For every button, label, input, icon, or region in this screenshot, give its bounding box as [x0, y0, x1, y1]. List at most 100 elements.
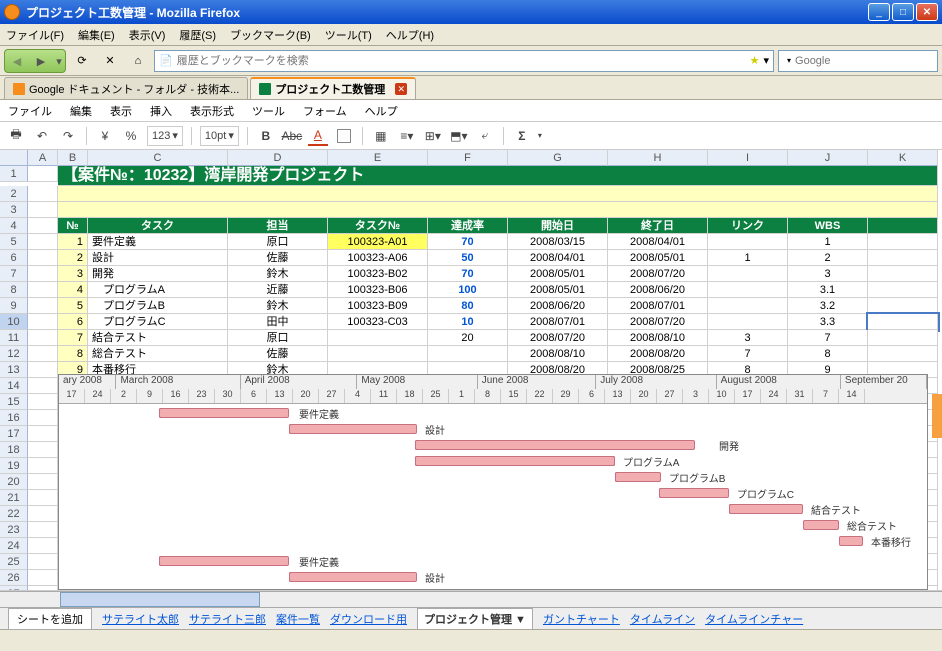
cell-wbs[interactable]: 8: [788, 346, 868, 362]
search-dropdown-icon[interactable]: ▾: [787, 56, 791, 65]
ss-menu-tools[interactable]: ツール: [252, 103, 285, 119]
row-header[interactable]: 6: [0, 250, 28, 266]
bookmark-star-icon[interactable]: ★: [750, 54, 760, 67]
cell[interactable]: [28, 570, 58, 586]
cell[interactable]: [28, 506, 58, 522]
gantt-bar[interactable]: [159, 408, 289, 418]
cell-link[interactable]: [708, 234, 788, 250]
wrap-button[interactable]: ⤶: [475, 126, 495, 146]
row-header[interactable]: 11: [0, 330, 28, 346]
row-header[interactable]: 23: [0, 522, 28, 538]
cell-start[interactable]: 2008/05/01: [508, 282, 608, 298]
gantt-bar[interactable]: [159, 556, 289, 566]
sheet-tab[interactable]: ダウンロード用: [330, 611, 407, 627]
ff-menu-bookmarks[interactable]: ブックマーク(B): [230, 27, 311, 43]
cell-no[interactable]: 6: [58, 314, 88, 330]
cell[interactable]: [28, 410, 58, 426]
ff-menu-help[interactable]: ヘルプ(H): [386, 27, 434, 43]
gantt-bar[interactable]: [289, 424, 417, 434]
cell[interactable]: [28, 442, 58, 458]
ss-menu-help[interactable]: ヘルプ: [365, 103, 398, 119]
row-header[interactable]: 27: [0, 586, 28, 591]
column-header[interactable]: G: [508, 150, 608, 166]
cell-no[interactable]: 3: [58, 266, 88, 282]
table-header-cell[interactable]: 終了日: [608, 218, 708, 234]
spreadsheet-grid[interactable]: ABCDEFGHIJK1【案件№：10232】湾岸開発プロジェクト234№タスク…: [0, 150, 942, 591]
scrollbar-thumb[interactable]: [60, 592, 260, 607]
sheet-tab[interactable]: 案件一覧: [276, 611, 320, 627]
cell[interactable]: [28, 554, 58, 570]
row-header[interactable]: 16: [0, 410, 28, 426]
forward-button[interactable]: ▶: [29, 50, 53, 74]
minimize-button[interactable]: _: [868, 3, 890, 21]
ff-menu-view[interactable]: 表示(V): [129, 27, 166, 43]
row-header[interactable]: 12: [0, 346, 28, 362]
gantt-bar[interactable]: [729, 504, 803, 514]
ss-menu-file[interactable]: ファイル: [8, 103, 52, 119]
sheet-tab[interactable]: タイムラインチャー: [705, 611, 803, 627]
cell-start[interactable]: 2008/07/01: [508, 314, 608, 330]
cell[interactable]: [28, 362, 58, 378]
cell[interactable]: [28, 458, 58, 474]
cell-progress[interactable]: 70: [428, 234, 508, 250]
search-input[interactable]: [795, 55, 937, 67]
cell[interactable]: [868, 266, 938, 282]
row-header[interactable]: 14: [0, 378, 28, 394]
cell[interactable]: [28, 298, 58, 314]
gantt-bar[interactable]: [839, 536, 863, 546]
cell-taskno[interactable]: 100323-B06: [328, 282, 428, 298]
cell-taskno[interactable]: [328, 346, 428, 362]
row-header[interactable]: 18: [0, 442, 28, 458]
cell-end[interactable]: 2008/06/20: [608, 282, 708, 298]
gantt-bar[interactable]: [659, 488, 729, 498]
cell-owner[interactable]: 鈴木: [228, 266, 328, 282]
gantt-bar[interactable]: [803, 520, 839, 530]
cell-taskno[interactable]: 100323-A06: [328, 250, 428, 266]
cell-task[interactable]: 設計: [88, 250, 228, 266]
cell[interactable]: [868, 234, 938, 250]
row-header[interactable]: 10: [0, 314, 28, 330]
cell-end[interactable]: 2008/05/01: [608, 250, 708, 266]
cell-wbs[interactable]: 3.2: [788, 298, 868, 314]
column-header[interactable]: A: [28, 150, 58, 166]
grid-corner[interactable]: [0, 150, 28, 166]
cell-start[interactable]: 2008/08/10: [508, 346, 608, 362]
strike-button[interactable]: Abc: [282, 126, 302, 146]
cell-taskno[interactable]: [328, 330, 428, 346]
row-header[interactable]: 15: [0, 394, 28, 410]
row-header[interactable]: 2: [0, 186, 28, 202]
cell[interactable]: [28, 314, 58, 330]
cell-owner[interactable]: 鈴木: [228, 298, 328, 314]
browser-tab[interactable]: Google ドキュメント - フォルダ - 技術本...: [4, 77, 248, 99]
cell-end[interactable]: 2008/07/20: [608, 314, 708, 330]
cell-task[interactable]: 総合テスト: [88, 346, 228, 362]
column-header[interactable]: I: [708, 150, 788, 166]
cell-no[interactable]: 7: [58, 330, 88, 346]
cell[interactable]: [868, 330, 938, 346]
cell-task[interactable]: 開発: [88, 266, 228, 282]
align-button[interactable]: ≡▾: [397, 126, 417, 146]
row-header[interactable]: 7: [0, 266, 28, 282]
percent-button[interactable]: %: [121, 126, 141, 146]
row-header[interactable]: 22: [0, 506, 28, 522]
cell-link[interactable]: 1: [708, 250, 788, 266]
cell-end[interactable]: 2008/08/20: [608, 346, 708, 362]
ff-menu-edit[interactable]: 編集(E): [78, 27, 115, 43]
table-header-cell[interactable]: 開始日: [508, 218, 608, 234]
cell-progress[interactable]: 50: [428, 250, 508, 266]
cell-progress[interactable]: 20: [428, 330, 508, 346]
back-button[interactable]: ◀: [5, 50, 29, 74]
bold-button[interactable]: B: [256, 126, 276, 146]
row-header[interactable]: 9: [0, 298, 28, 314]
gantt-chart[interactable]: ary 2008March 2008April 2008May 2008June…: [58, 374, 928, 590]
row-header[interactable]: 3: [0, 202, 28, 218]
table-header-cell[interactable]: タスク№: [328, 218, 428, 234]
table-header-cell[interactable]: リンク: [708, 218, 788, 234]
cell[interactable]: [28, 166, 58, 182]
cell-wbs[interactable]: 3: [788, 266, 868, 282]
cell-start[interactable]: 2008/04/01: [508, 250, 608, 266]
cell-link[interactable]: [708, 298, 788, 314]
cell-owner[interactable]: 近藤: [228, 282, 328, 298]
close-button[interactable]: ✕: [916, 3, 938, 21]
fill-color-button[interactable]: [334, 126, 354, 146]
